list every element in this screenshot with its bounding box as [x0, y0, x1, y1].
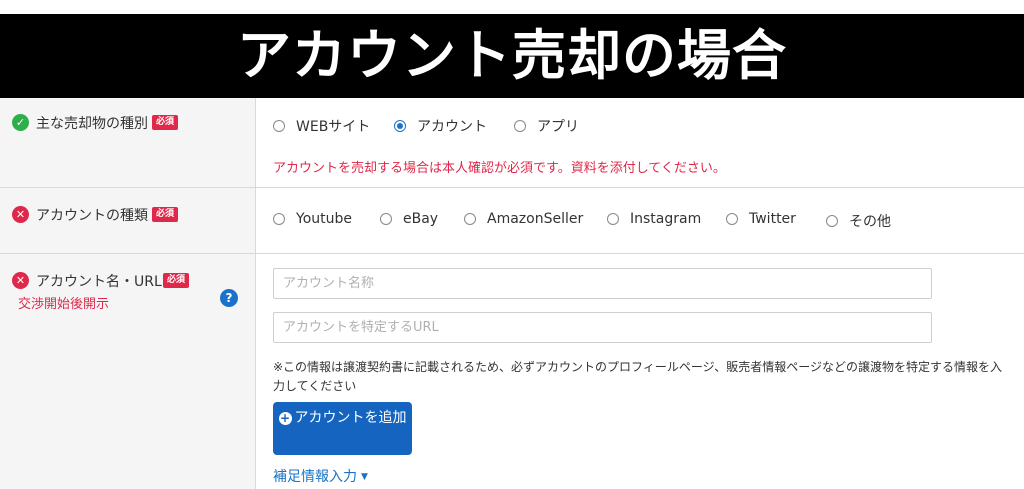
supplementary-info-link[interactable]: 補足情報入力 ▼	[273, 466, 368, 486]
radio-circle[interactable]	[273, 213, 285, 225]
radio-label: その他	[849, 214, 891, 230]
account-info-description: ※この情報は譲渡契約書に記載されるため、必ずアカウントのプロフィールページ、販売…	[273, 360, 1002, 393]
radio-app[interactable]: アプリ	[514, 116, 579, 136]
x-circle-icon: ✕	[12, 206, 29, 223]
radio-circle[interactable]	[464, 213, 476, 225]
radio-twitter[interactable]: Twitter	[726, 211, 796, 227]
add-account-button[interactable]: + アカウントを追加	[273, 402, 412, 455]
radio-label: WEBサイト	[296, 119, 371, 135]
account-name-input[interactable]	[273, 268, 932, 299]
radio-instagram[interactable]: Instagram	[607, 211, 701, 227]
form-label-cell: ✕ アカウント名・URL 必須 交渉開始後開示 ?	[0, 254, 256, 489]
add-account-label: アカウントを追加	[294, 410, 407, 426]
radio-circle-selected[interactable]	[394, 120, 406, 132]
label-account-type: アカウントの種類	[36, 208, 148, 224]
radio-ebay[interactable]: eBay	[380, 211, 438, 227]
disclosure-note: 交渉開始後開示	[18, 297, 110, 312]
radio-circle[interactable]	[380, 213, 392, 225]
identity-warning: アカウントを売却する場合は本人確認が必須です。資料を添付してください。	[273, 161, 726, 176]
label-account-name: アカウント名・URL	[36, 274, 162, 290]
radio-youtube[interactable]: Youtube	[273, 211, 352, 227]
question-circle-icon[interactable]: ?	[220, 289, 238, 307]
form-row-sale-item: ✓ 主な売却物の種別 必須 WEBサイト アカウント アプリ アカウントを売却す…	[0, 98, 1024, 188]
account-url-input[interactable]	[273, 312, 932, 343]
radio-amazonseller[interactable]: AmazonSeller	[464, 211, 583, 227]
form-row-account-name: ✕ アカウント名・URL 必須 交渉開始後開示 ? ※この情報は譲渡契約書に記載…	[0, 254, 1024, 489]
radio-label: AmazonSeller	[487, 211, 584, 227]
radio-label: アカウント	[417, 119, 487, 135]
radio-circle[interactable]	[273, 120, 285, 132]
label-sale-item: 主な売却物の種別	[36, 116, 148, 132]
form-label-cell: ✕ アカウントの種類 必須	[0, 188, 256, 253]
required-badge: 必須	[152, 207, 179, 222]
form-row-account-type: ✕ アカウントの種類 必須 Youtube eBay AmazonSeller …	[0, 188, 1024, 254]
radio-label: eBay	[403, 211, 439, 227]
radio-other[interactable]: その他	[826, 211, 891, 231]
radio-circle[interactable]	[826, 215, 838, 227]
x-circle-icon: ✕	[12, 272, 29, 289]
plus-circle-icon: +	[278, 411, 292, 425]
radio-label: Instagram	[630, 211, 702, 227]
radio-circle[interactable]	[607, 213, 619, 225]
radio-label: Youtube	[296, 211, 352, 227]
required-badge: 必須	[152, 115, 179, 130]
radio-label: Twitter	[749, 211, 796, 227]
supplementary-info-label: 補足情報入力	[273, 469, 357, 485]
form-label-cell: ✓ 主な売却物の種別 必須	[0, 98, 256, 187]
radio-website[interactable]: WEBサイト	[273, 116, 370, 136]
radio-account[interactable]: アカウント	[394, 116, 487, 136]
required-badge: 必須	[163, 273, 190, 288]
radio-circle[interactable]	[726, 213, 738, 225]
radio-label: アプリ	[537, 119, 579, 135]
radio-circle[interactable]	[514, 120, 526, 132]
page-title-banner: アカウント売却の場合	[0, 14, 1024, 98]
caret-down-icon: ▼	[361, 472, 368, 482]
check-circle-icon: ✓	[12, 114, 29, 131]
